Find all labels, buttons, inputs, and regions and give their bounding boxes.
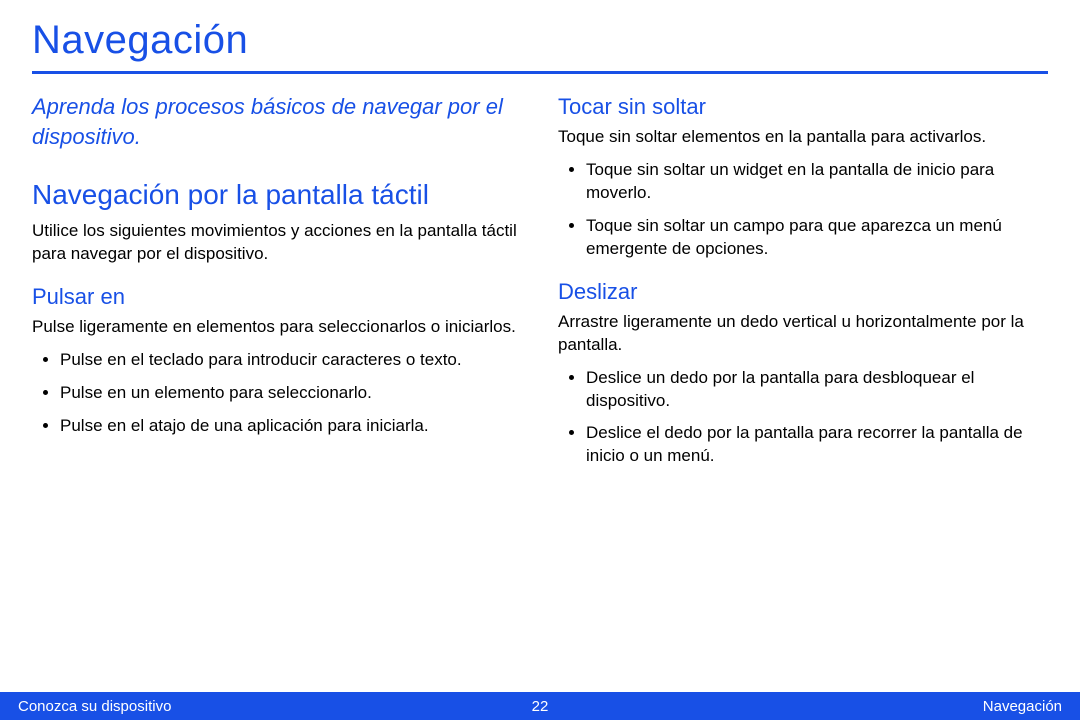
subheading-pulsar: Pulsar en [32, 284, 522, 310]
manual-page: Navegación Aprenda los procesos básicos … [0, 0, 1080, 720]
content-columns: Aprenda los procesos básicos de navegar … [32, 92, 1048, 478]
list-item: Pulse en el teclado para introducir cara… [60, 349, 522, 372]
page-title: Navegación [32, 18, 1048, 69]
desc-pulsar: Pulse ligeramente en elementos para sele… [32, 316, 522, 339]
list-item: Toque sin soltar un campo para que apare… [586, 215, 1048, 261]
subheading-deslizar: Deslizar [558, 279, 1048, 305]
section-desc-touch: Utilice los siguientes movimientos y acc… [32, 220, 522, 266]
page-footer: Conozca su dispositivo 22 Navegación [0, 692, 1080, 720]
list-tocar: Toque sin soltar un widget en la pantall… [558, 159, 1048, 261]
list-item: Pulse en un elemento para seleccionarlo. [60, 382, 522, 405]
list-item: Deslice un dedo por la pantalla para des… [586, 367, 1048, 413]
footer-left: Conozca su dispositivo [18, 698, 171, 715]
section-heading-touch: Navegación por la pantalla táctil [32, 177, 522, 212]
list-item: Toque sin soltar un widget en la pantall… [586, 159, 1048, 205]
left-column: Aprenda los procesos básicos de navegar … [32, 92, 522, 478]
subheading-tocar: Tocar sin soltar [558, 94, 1048, 120]
right-column: Tocar sin soltar Toque sin soltar elemen… [558, 92, 1048, 478]
title-rule [32, 71, 1048, 74]
desc-deslizar: Arrastre ligeramente un dedo vertical u … [558, 311, 1048, 357]
list-deslizar: Deslice un dedo por la pantalla para des… [558, 367, 1048, 469]
list-pulsar: Pulse en el teclado para introducir cara… [32, 349, 522, 438]
footer-right: Navegación [983, 698, 1062, 715]
intro-text: Aprenda los procesos básicos de navegar … [32, 92, 522, 151]
desc-tocar: Toque sin soltar elementos en la pantall… [558, 126, 1048, 149]
footer-page-number: 22 [532, 698, 549, 715]
list-item: Deslice el dedo por la pantalla para rec… [586, 422, 1048, 468]
list-item: Pulse en el atajo de una aplicación para… [60, 415, 522, 438]
